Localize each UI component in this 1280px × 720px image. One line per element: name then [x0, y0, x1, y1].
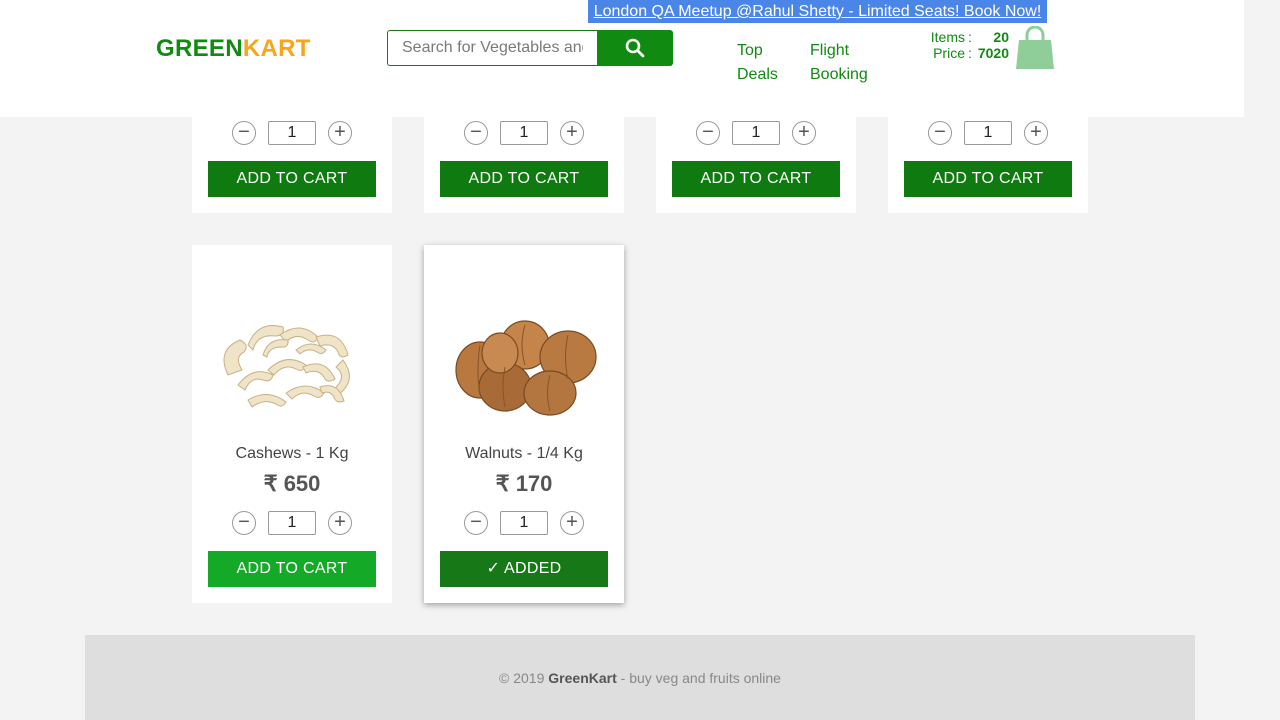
- add-to-cart-button[interactable]: ADD TO CART: [208, 551, 376, 587]
- cart-price-row: Price : 7020: [900, 45, 1009, 61]
- cart-price-value: 7020: [977, 45, 1009, 61]
- decrement-button[interactable]: −: [232, 121, 256, 145]
- brand-part1: GREEN: [156, 35, 243, 62]
- quantity-input[interactable]: 1: [268, 511, 316, 535]
- footer-brand: GreenKart: [548, 670, 617, 686]
- cart-items-value: 20: [993, 29, 1009, 45]
- decrement-button[interactable]: −: [696, 121, 720, 145]
- cart-items-label: Items: [930, 29, 965, 45]
- cart-items-row: Items : 20: [900, 29, 1009, 45]
- shopping-bag-icon[interactable]: [1014, 26, 1056, 70]
- quantity-stepper: − 1 +: [232, 511, 352, 535]
- cart-price-sep: :: [968, 45, 972, 61]
- meetup-banner-link[interactable]: London QA Meetup @Rahul Shetty - Limited…: [588, 0, 1047, 23]
- decrement-button[interactable]: −: [464, 511, 488, 535]
- search-input[interactable]: [387, 30, 597, 66]
- quantity-stepper: − 1 +: [232, 121, 352, 145]
- flight-booking-link[interactable]: Flight Booking: [810, 39, 868, 87]
- product-name: Cashews - 1 Kg: [235, 445, 349, 462]
- top-deals-link[interactable]: Top Deals: [737, 39, 778, 87]
- quantity-input[interactable]: 1: [268, 121, 316, 145]
- product-price: ₹ 170: [495, 471, 553, 496]
- decrement-button[interactable]: −: [928, 121, 952, 145]
- flight-booking-line2: Booking: [810, 66, 868, 83]
- walnuts-image: [455, 320, 597, 416]
- cart-summary: Items : 20 Price : 7020: [900, 29, 1009, 61]
- increment-button[interactable]: +: [560, 511, 584, 535]
- quantity-stepper: − 1 +: [696, 121, 816, 145]
- quantity-input[interactable]: 1: [732, 121, 780, 145]
- add-to-cart-button[interactable]: ADD TO CART: [672, 161, 840, 197]
- product-card: − 1 + ADD TO CART: [888, 117, 1088, 213]
- top-deals-line1: Top: [737, 42, 763, 59]
- flight-booking-line1: Flight: [810, 42, 850, 59]
- product-price: ₹ 650: [263, 471, 321, 496]
- footer: © 2019 GreenKart - buy veg and fruits on…: [85, 635, 1195, 720]
- decrement-button[interactable]: −: [464, 121, 488, 145]
- product-card: − 1 + ADD TO CART: [424, 117, 624, 213]
- increment-button[interactable]: +: [560, 121, 584, 145]
- search-icon: [625, 38, 645, 58]
- quantity-stepper: − 1 +: [464, 121, 584, 145]
- add-to-cart-button[interactable]: ADD TO CART: [904, 161, 1072, 197]
- quantity-stepper: − 1 +: [464, 511, 584, 535]
- brand-logo[interactable]: GREENKART: [156, 35, 311, 63]
- added-button[interactable]: ✓ ADDED: [440, 551, 608, 587]
- search-button[interactable]: [597, 30, 673, 66]
- product-card-cashews: Cashews - 1 Kg ₹ 650 − 1 + ADD TO CART: [192, 245, 392, 603]
- cart-price-label: Price: [933, 45, 965, 61]
- add-to-cart-button[interactable]: ADD TO CART: [208, 161, 376, 197]
- quantity-input[interactable]: 1: [500, 121, 548, 145]
- increment-button[interactable]: +: [792, 121, 816, 145]
- cart-items-sep: :: [968, 29, 972, 45]
- footer-tagline: - buy veg and fruits online: [620, 670, 781, 686]
- product-card-walnuts: Walnuts - 1/4 Kg ₹ 170 − 1 + ✓ ADDED: [424, 245, 624, 603]
- quantity-input[interactable]: 1: [500, 511, 548, 535]
- add-to-cart-button[interactable]: ADD TO CART: [440, 161, 608, 197]
- increment-button[interactable]: +: [1024, 121, 1048, 145]
- header: London QA Meetup @Rahul Shetty - Limited…: [0, 0, 1244, 117]
- search-bar: [387, 30, 673, 66]
- product-card: − 1 + ADD TO CART: [656, 117, 856, 213]
- footer-copyright: © 2019: [499, 670, 545, 686]
- cashews-image: [223, 325, 350, 408]
- brand-part2: KART: [242, 35, 311, 62]
- quantity-input[interactable]: 1: [964, 121, 1012, 145]
- quantity-stepper: − 1 +: [928, 121, 1048, 145]
- decrement-button[interactable]: −: [232, 511, 256, 535]
- increment-button[interactable]: +: [328, 511, 352, 535]
- top-deals-line2: Deals: [737, 66, 778, 83]
- product-card: − 1 + ADD TO CART: [192, 117, 392, 213]
- increment-button[interactable]: +: [328, 121, 352, 145]
- product-name: Walnuts - 1/4 Kg: [465, 445, 583, 462]
